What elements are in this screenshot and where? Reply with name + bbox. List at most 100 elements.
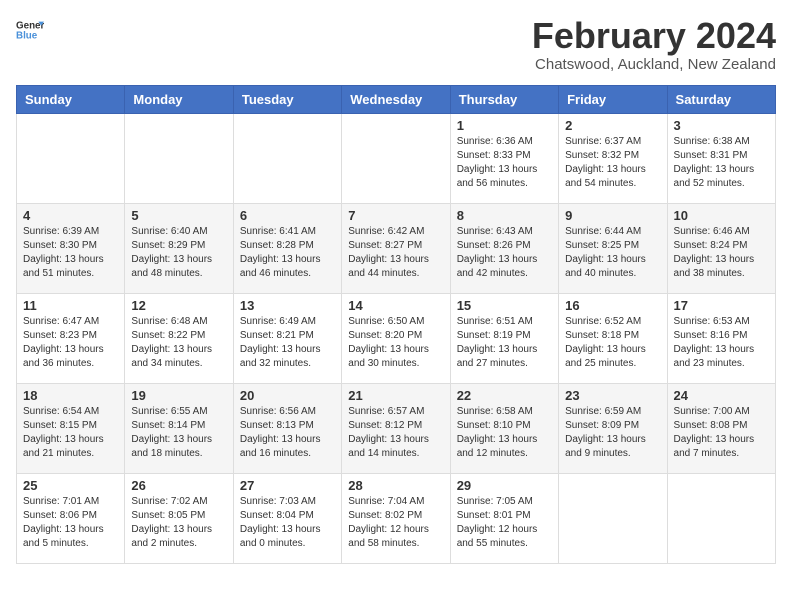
day-info-text: Sunrise: 6:36 AM: [457, 135, 552, 149]
day-info-text: Daylight: 13 hours and 38 minutes.: [674, 253, 769, 281]
logo: General Blue: [16, 16, 44, 44]
day-info-text: Sunrise: 6:51 AM: [457, 315, 552, 329]
calendar-cell: 28Sunrise: 7:04 AMSunset: 8:02 PMDayligh…: [342, 473, 450, 563]
day-number: 10: [674, 208, 769, 223]
day-number: 21: [348, 388, 443, 403]
day-number: 24: [674, 388, 769, 403]
day-number: 26: [131, 478, 226, 493]
day-number: 12: [131, 298, 226, 313]
calendar-cell: 24 Sunrise: 7:00 AMSunset: 8:08 PMDayligh…: [667, 383, 775, 473]
day-info-text: Sunset: 8:24 PM: [674, 239, 769, 253]
calendar-cell: [233, 113, 341, 203]
day-info-text: Sunrise: 7:04 AM: [348, 495, 443, 509]
day-info-text: Sunrise: 6:56 AM: [240, 405, 335, 419]
day-number: 6: [240, 208, 335, 223]
day-header-thursday: Thursday: [450, 85, 558, 113]
day-number: 13: [240, 298, 335, 313]
calendar-cell: 12Sunrise: 6:48 AMSunset: 8:22 PMDayligh…: [125, 293, 233, 383]
calendar-cell: 18Sunrise: 6:54 AMSunset: 8:15 PMDayligh…: [17, 383, 125, 473]
calendar-cell: 11Sunrise: 6:47 AMSunset: 8:23 PMDayligh…: [17, 293, 125, 383]
day-number: 23: [565, 388, 660, 403]
day-info-text: Sunrise: 6:44 AM: [565, 225, 660, 239]
day-info-text: Sunrise: 7:05 AM: [457, 495, 552, 509]
day-info-text: Sunset: 8:08 PM: [674, 419, 769, 433]
day-info-text: Daylight: 13 hours and 9 minutes.: [565, 433, 660, 461]
day-info-text: Sunrise: 6:53 AM: [674, 315, 769, 329]
day-info-text: Sunset: 8:19 PM: [457, 329, 552, 343]
day-number: 7: [348, 208, 443, 223]
calendar-cell: 27Sunrise: 7:03 AMSunset: 8:04 PMDayligh…: [233, 473, 341, 563]
calendar-cell: [667, 473, 775, 563]
calendar-week-4: 18Sunrise: 6:54 AMSunset: 8:15 PMDayligh…: [17, 383, 776, 473]
day-info-text: Daylight: 13 hours and 5 minutes.: [23, 523, 118, 551]
calendar-cell: 22Sunrise: 6:58 AMSunset: 8:10 PMDayligh…: [450, 383, 558, 473]
day-info-text: Sunrise: 7:02 AM: [131, 495, 226, 509]
day-header-wednesday: Wednesday: [342, 85, 450, 113]
day-info-text: Sunrise: 6:40 AM: [131, 225, 226, 239]
day-info-text: Sunset: 8:25 PM: [565, 239, 660, 253]
day-info-text: Sunrise: 6:37 AM: [565, 135, 660, 149]
day-header-tuesday: Tuesday: [233, 85, 341, 113]
calendar-cell: 13Sunrise: 6:49 AMSunset: 8:21 PMDayligh…: [233, 293, 341, 383]
day-info-text: Daylight: 13 hours and 23 minutes.: [674, 343, 769, 371]
day-info-text: Sunset: 8:16 PM: [674, 329, 769, 343]
day-info-text: Sunrise: 6:42 AM: [348, 225, 443, 239]
calendar-cell: 3Sunrise: 6:38 AMSunset: 8:31 PMDaylight…: [667, 113, 775, 203]
day-info-text: Sunrise: 6:54 AM: [23, 405, 118, 419]
calendar-cell: 7Sunrise: 6:42 AMSunset: 8:27 PMDaylight…: [342, 203, 450, 293]
day-info-text: Sunrise: 7:01 AM: [23, 495, 118, 509]
day-number: 25: [23, 478, 118, 493]
day-info-text: Sunset: 8:15 PM: [23, 419, 118, 433]
day-header-sunday: Sunday: [17, 85, 125, 113]
day-info-text: Daylight: 13 hours and 25 minutes.: [565, 343, 660, 371]
calendar-cell: 5Sunrise: 6:40 AMSunset: 8:29 PMDaylight…: [125, 203, 233, 293]
day-info-text: Sunrise: 6:48 AM: [131, 315, 226, 329]
calendar-cell: 26 Sunrise: 7:02 AMSunset: 8:05 PMDayligh…: [125, 473, 233, 563]
calendar-cell: 16Sunrise: 6:52 AMSunset: 8:18 PMDayligh…: [559, 293, 667, 383]
day-info-text: Sunrise: 6:47 AM: [23, 315, 118, 329]
day-info-text: Daylight: 13 hours and 18 minutes.: [131, 433, 226, 461]
day-number: 4: [23, 208, 118, 223]
calendar-cell: 6Sunrise: 6:41 AMSunset: 8:28 PMDaylight…: [233, 203, 341, 293]
day-info-text: Sunrise: 6:41 AM: [240, 225, 335, 239]
day-number: 28: [348, 478, 443, 493]
day-info-text: Sunset: 8:12 PM: [348, 419, 443, 433]
subtitle: Chatswood, Auckland, New Zealand: [532, 56, 776, 73]
calendar-cell: 8Sunrise: 6:43 AMSunset: 8:26 PMDaylight…: [450, 203, 558, 293]
day-header-friday: Friday: [559, 85, 667, 113]
title-section: February 2024 Chatswood, Auckland, New Z…: [532, 16, 776, 73]
calendar-cell: [342, 113, 450, 203]
day-info-text: Daylight: 13 hours and 36 minutes.: [23, 343, 118, 371]
day-info-text: Sunset: 8:01 PM: [457, 509, 552, 523]
day-info-text: Daylight: 13 hours and 56 minutes.: [457, 163, 552, 191]
day-info-text: Sunset: 8:05 PM: [131, 509, 226, 523]
calendar-cell: 15Sunrise: 6:51 AMSunset: 8:19 PMDayligh…: [450, 293, 558, 383]
day-info-text: Daylight: 13 hours and 16 minutes.: [240, 433, 335, 461]
day-info-text: Sunset: 8:04 PM: [240, 509, 335, 523]
calendar-cell: 21Sunrise: 6:57 AMSunset: 8:12 PMDayligh…: [342, 383, 450, 473]
calendar-week-2: 4Sunrise: 6:39 AMSunset: 8:30 PMDaylight…: [17, 203, 776, 293]
day-info-text: Sunset: 8:26 PM: [457, 239, 552, 253]
calendar-cell: 9Sunrise: 6:44 AMSunset: 8:25 PMDaylight…: [559, 203, 667, 293]
day-number: 19: [131, 388, 226, 403]
day-info-text: Daylight: 13 hours and 12 minutes.: [457, 433, 552, 461]
day-number: 2: [565, 118, 660, 133]
calendar-cell: [125, 113, 233, 203]
day-info-text: Sunset: 8:18 PM: [565, 329, 660, 343]
svg-text:Blue: Blue: [16, 30, 38, 41]
day-info-text: Daylight: 13 hours and 42 minutes.: [457, 253, 552, 281]
day-header-saturday: Saturday: [667, 85, 775, 113]
day-info-text: Sunrise: 6:52 AM: [565, 315, 660, 329]
day-info-text: Daylight: 13 hours and 40 minutes.: [565, 253, 660, 281]
calendar-cell: 14Sunrise: 6:50 AMSunset: 8:20 PMDayligh…: [342, 293, 450, 383]
day-info-text: Daylight: 13 hours and 2 minutes.: [131, 523, 226, 551]
day-info-text: Daylight: 13 hours and 7 minutes.: [674, 433, 769, 461]
day-info-text: Daylight: 13 hours and 14 minutes.: [348, 433, 443, 461]
day-info-text: Sunset: 8:32 PM: [565, 149, 660, 163]
day-info-text: Sunrise: 7:00 AM: [674, 405, 769, 419]
day-info-text: Sunset: 8:23 PM: [23, 329, 118, 343]
calendar-cell: 19Sunrise: 6:55 AMSunset: 8:14 PMDayligh…: [125, 383, 233, 473]
day-info-text: Sunset: 8:33 PM: [457, 149, 552, 163]
day-info-text: Daylight: 13 hours and 27 minutes.: [457, 343, 552, 371]
day-info-text: Sunrise: 6:58 AM: [457, 405, 552, 419]
